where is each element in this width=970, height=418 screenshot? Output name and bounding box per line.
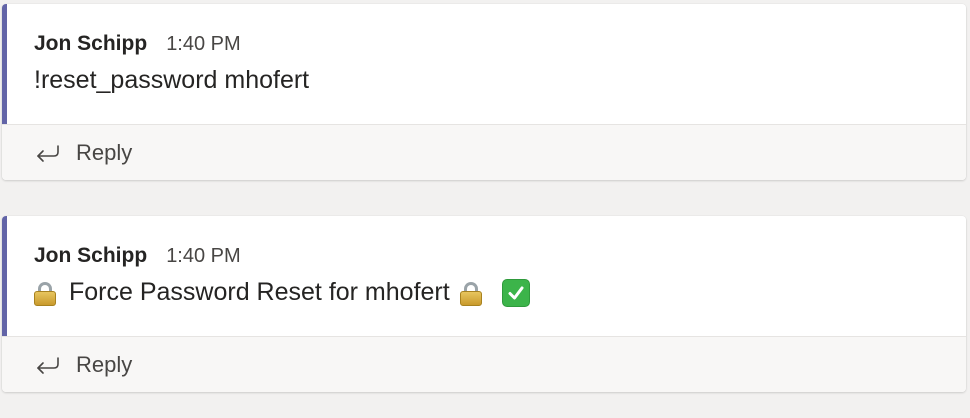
reply-arrow-icon	[37, 356, 59, 374]
lock-icon	[34, 280, 56, 306]
message-thread: Jon Schipp 1:40 PM !reset_password mhofe…	[2, 4, 966, 180]
timestamp: 1:40 PM	[166, 245, 241, 267]
reply-button[interactable]: Reply	[2, 337, 966, 392]
message-body: Force Password Reset for mhofert	[34, 278, 530, 307]
message-thread: Jon Schipp 1:40 PM Force Password Reset …	[2, 216, 966, 392]
author-name[interactable]: Jon Schipp	[34, 244, 147, 268]
accent-bar	[2, 4, 7, 124]
reply-label: Reply	[76, 139, 133, 165]
reply-label: Reply	[76, 351, 133, 377]
message-text: !reset_password mhofert	[34, 66, 310, 94]
message-header: Jon Schipp 1:40 PM	[34, 244, 241, 268]
message[interactable]: Jon Schipp 1:40 PM Force Password Reset …	[2, 216, 966, 337]
accent-bar	[2, 216, 7, 336]
message-text: Force Password Reset for mhofert	[69, 278, 450, 306]
timestamp: 1:40 PM	[166, 33, 241, 55]
message-body: !reset_password mhofert	[34, 66, 309, 95]
reply-arrow-icon	[37, 144, 59, 162]
message[interactable]: Jon Schipp 1:40 PM !reset_password mhofe…	[2, 4, 966, 125]
message-header: Jon Schipp 1:40 PM	[34, 32, 241, 56]
reply-button[interactable]: Reply	[2, 125, 966, 180]
author-name[interactable]: Jon Schipp	[34, 32, 147, 56]
check-mark-icon	[501, 278, 530, 307]
lock-icon	[459, 280, 482, 306]
